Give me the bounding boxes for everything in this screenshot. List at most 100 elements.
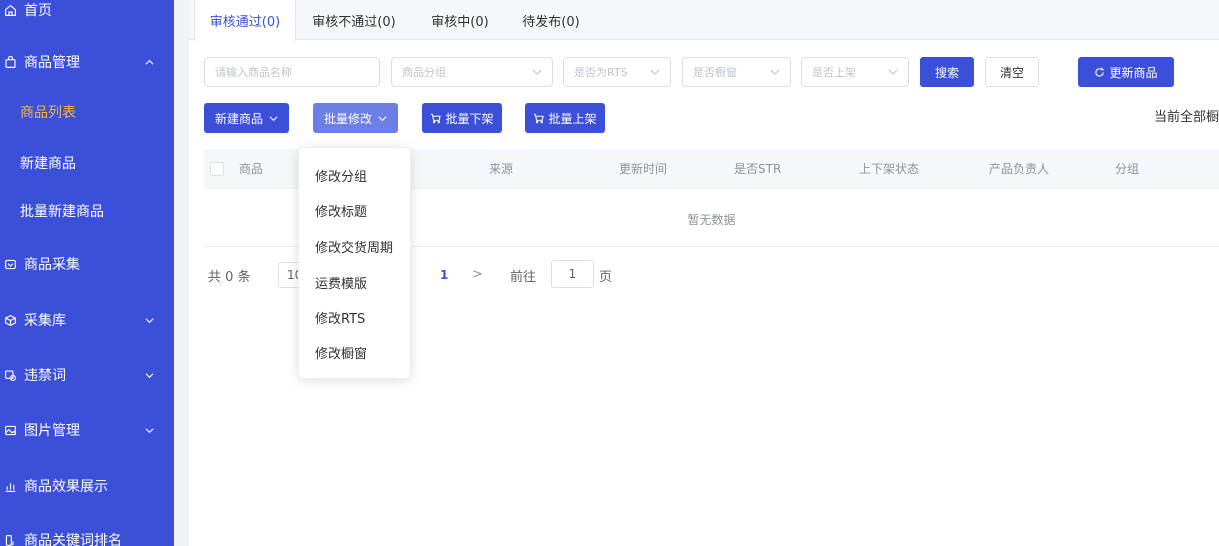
goto-page-input[interactable]: 1 [551, 260, 594, 288]
collect-icon [2, 256, 18, 272]
menu-item-edit-rts[interactable]: 修改RTS [299, 300, 412, 334]
sidebar-item-keyword-rank[interactable]: 商品关键词排名 [0, 520, 174, 546]
button-label: 批量修改 [323, 111, 372, 126]
button-label: 清空 [999, 65, 1024, 80]
next-page-button[interactable]: > [472, 262, 483, 288]
tab-label: 审核中(0) [431, 14, 489, 30]
chevron-up-icon [144, 57, 154, 67]
chevron-down-icon [144, 425, 154, 435]
chevron-down-icon [650, 67, 660, 77]
select-placeholder: 商品分组 [402, 66, 446, 79]
tab-reviewing[interactable]: 审核中(0) [420, 0, 500, 40]
sidebar-item-label: 首页 [24, 3, 52, 19]
sidebar-item-product-management[interactable]: 商品管理 [0, 42, 174, 82]
column-header: 产品负责人 [989, 162, 1050, 176]
tab-rejected[interactable]: 审核不通过(0) [304, 0, 404, 40]
sidebar-item-product-list[interactable]: 商品列表 [0, 92, 174, 132]
product-name-input[interactable]: 请输入商品名称 [204, 57, 380, 87]
column-header: 是否STR [734, 162, 782, 176]
app-root: 首页 商品管理 商品列表 新建商品 批量新建商品 商品采集 采集库 违禁词 图片… [0, 0, 1219, 546]
menu-item-label: 修改橱窗 [315, 346, 368, 362]
sidebar-item-label: 商品效果展示 [24, 479, 108, 495]
page-suffix: 页 [599, 269, 613, 285]
button-label: 批量下架 [445, 111, 494, 126]
sidebar-item-collect-library[interactable]: 采集库 [0, 300, 174, 340]
chevron-down-icon [269, 115, 278, 121]
goto-label: 前往 [510, 269, 537, 285]
tab-approved[interactable]: 审核通过(0) [194, 0, 296, 41]
update-products-button[interactable]: 更新商品 [1078, 57, 1174, 87]
window-status-text: 当前全部橱 [1153, 110, 1219, 125]
menu-item-label: 修改分组 [315, 169, 368, 185]
select-placeholder: 是否上架 [812, 66, 856, 79]
chart-icon [2, 478, 18, 494]
shelf-select[interactable]: 是否上架 [801, 57, 909, 87]
rts-select[interactable]: 是否为RTS [563, 57, 671, 87]
sidebar-item-product-collect[interactable]: 商品采集 [0, 244, 174, 284]
select-all-checkbox[interactable] [210, 162, 224, 176]
chevron-down-icon [888, 67, 898, 77]
words-icon [2, 367, 18, 383]
tab-pending[interactable]: 待发布(0) [511, 0, 591, 40]
batch-off-shelf-button[interactable]: 批量下架 [422, 103, 502, 133]
menu-item-edit-group[interactable]: 修改分组 [299, 158, 412, 192]
menu-item-edit-delivery[interactable]: 修改交货周期 [299, 229, 412, 263]
sidebar-item-batch-new-product[interactable]: 批量新建商品 [0, 191, 174, 231]
sidebar-item-label: 批量新建商品 [20, 204, 104, 220]
sidebar-item-effect-display[interactable]: 商品效果展示 [0, 466, 174, 506]
select-placeholder: 是否橱窗 [693, 66, 737, 79]
sidebar-item-label: 采集库 [24, 313, 66, 329]
sidebar-item-label: 商品管理 [24, 55, 80, 71]
select-placeholder: 是否为RTS [574, 66, 628, 79]
window-select[interactable]: 是否橱窗 [682, 57, 791, 87]
clear-button[interactable]: 清空 [985, 57, 1039, 87]
status-tabs: 审核通过(0) 审核不通过(0) 审核中(0) 待发布(0) [189, 0, 1219, 41]
batch-edit-dropdown: 修改分组 修改标题 修改交货周期 运费模版 修改RTS 修改橱窗 [298, 147, 411, 379]
button-label: 批量上架 [548, 111, 597, 126]
tab-label: 待发布(0) [522, 14, 580, 30]
menu-item-edit-window[interactable]: 修改橱窗 [299, 335, 412, 369]
batch-edit-button[interactable]: 批量修改 [313, 103, 398, 133]
box-icon [2, 312, 18, 328]
menu-item-shipping-template[interactable]: 运费模版 [299, 265, 412, 299]
column-header: 更新时间 [619, 162, 668, 176]
sidebar-item-label: 图片管理 [24, 423, 80, 439]
chevron-down-icon [378, 115, 387, 121]
sidebar-item-banned-words[interactable]: 违禁词 [0, 355, 174, 395]
sidebar-item-new-product[interactable]: 新建商品 [0, 143, 174, 183]
column-header: 来源 [489, 162, 514, 176]
bag-icon [2, 54, 18, 70]
sidebar-item-label: 新建商品 [20, 156, 76, 172]
total-count: 共 0 条 [208, 269, 251, 285]
menu-item-label: 运费模版 [315, 276, 368, 292]
menu-item-label: 修改标题 [315, 204, 368, 220]
search-button[interactable]: 搜索 [920, 57, 974, 87]
new-product-button[interactable]: 新建商品 [204, 103, 289, 133]
button-label: 搜索 [934, 65, 959, 80]
cart-icon [431, 113, 442, 123]
column-header: 分组 [1115, 162, 1140, 176]
chevron-down-icon [144, 370, 154, 380]
sidebar-item-label: 商品列表 [20, 105, 76, 121]
refresh-icon [1095, 67, 1105, 77]
input-placeholder: 请输入商品名称 [215, 66, 292, 79]
image-icon [2, 422, 18, 438]
button-label: 更新商品 [1109, 65, 1158, 80]
sidebar-item-label: 违禁词 [24, 368, 66, 384]
page-number-current[interactable]: 1 [440, 262, 448, 288]
menu-item-edit-title[interactable]: 修改标题 [299, 193, 412, 227]
column-header: 商品 [239, 162, 264, 176]
sidebar-item-home[interactable]: 首页 [0, 0, 174, 30]
menu-item-label: 修改交货周期 [315, 240, 394, 256]
tab-label: 审核通过(0) [209, 15, 281, 30]
batch-on-shelf-button[interactable]: 批量上架 [525, 103, 605, 133]
tab-label: 审核不通过(0) [312, 14, 396, 30]
button-label: 新建商品 [214, 111, 263, 126]
column-header: 上下架状态 [859, 162, 920, 176]
chevron-down-icon [770, 67, 780, 77]
chevron-down-icon [532, 67, 542, 77]
sidebar: 首页 商品管理 商品列表 新建商品 批量新建商品 商品采集 采集库 违禁词 图片… [0, 0, 174, 546]
group-select[interactable]: 商品分组 [391, 57, 553, 87]
rank-icon [2, 532, 18, 546]
sidebar-item-image-management[interactable]: 图片管理 [0, 410, 174, 450]
